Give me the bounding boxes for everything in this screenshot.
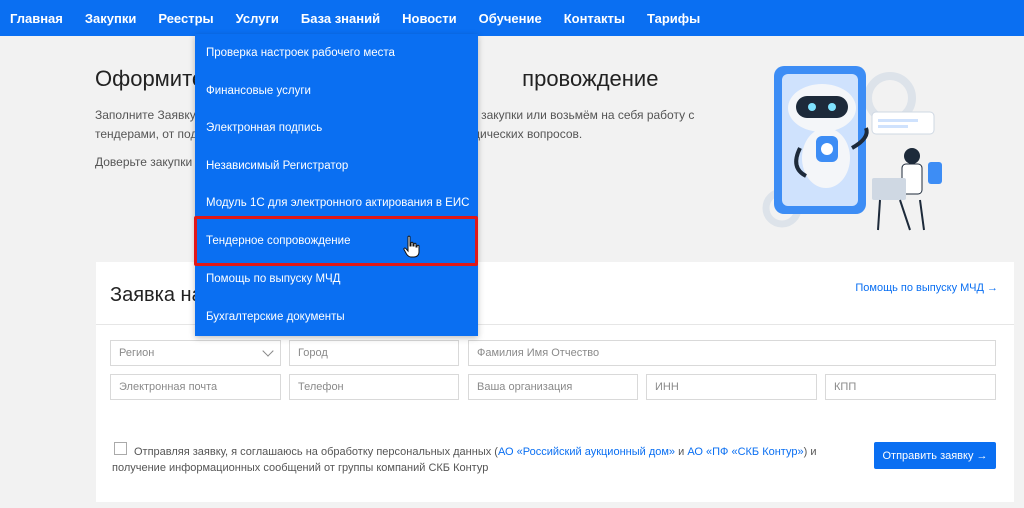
menu-item-workplace-check[interactable]: Проверка настроек рабочего места bbox=[195, 34, 478, 71]
hero-desc-right-1: те закупки или возьмём на себя работу с bbox=[465, 108, 695, 122]
nav-item-registries[interactable]: Реестры bbox=[158, 11, 213, 26]
consent-link-kontur[interactable]: АО «ПФ «СКБ Контур» bbox=[687, 446, 803, 458]
inn-placeholder: ИНН bbox=[655, 381, 679, 393]
consent-text-part: и bbox=[675, 446, 688, 458]
menu-item-accounting-documents[interactable]: Бухгалтерские документы bbox=[195, 298, 478, 335]
fio-input[interactable]: Фамилия Имя Отчество bbox=[468, 340, 996, 366]
nav-item-training[interactable]: Обучение bbox=[479, 11, 542, 26]
highlight-annotation-box bbox=[194, 216, 478, 266]
menu-item-electronic-signature[interactable]: Электронная подпись bbox=[195, 109, 478, 146]
nav-item-knowledge[interactable]: База знаний bbox=[301, 11, 380, 26]
services-dropdown-menu: Проверка настроек рабочего места Финансо… bbox=[195, 34, 478, 336]
menu-item-independent-registrar[interactable]: Независимый Регистратор bbox=[195, 147, 478, 184]
kpp-input[interactable]: КПП bbox=[825, 374, 996, 400]
consent-text: Отправляя заявку, я соглашаюсь на обрабо… bbox=[112, 444, 832, 476]
top-nav: Главная Закупки Реестры Услуги База знан… bbox=[0, 0, 1024, 36]
hero-desc-left-2: тендерами, от подб bbox=[95, 127, 205, 141]
kpp-placeholder: КПП bbox=[834, 381, 857, 393]
menu-item-financial-services[interactable]: Финансовые услуги bbox=[195, 72, 478, 109]
nav-item-purchases[interactable]: Закупки bbox=[85, 11, 136, 26]
email-input[interactable]: Электронная почта bbox=[110, 374, 281, 400]
nav-item-news[interactable]: Новости bbox=[402, 11, 457, 26]
phone-placeholder: Телефон bbox=[298, 381, 344, 393]
phone-input[interactable]: Телефон bbox=[289, 374, 459, 400]
chevron-down-icon bbox=[262, 345, 274, 357]
hand-cursor-icon bbox=[403, 235, 420, 258]
hero-trust-text: Доверьте закупки bbox=[95, 155, 193, 169]
robot-illustration bbox=[762, 66, 942, 231]
nav-item-tariffs[interactable]: Тарифы bbox=[647, 11, 700, 26]
mcd-help-link[interactable]: Помощь по выпуску МЧД → bbox=[855, 282, 998, 294]
region-select[interactable]: Регион bbox=[110, 340, 281, 366]
hero-desc-left-1: Заполните Заявку bbox=[95, 108, 196, 122]
fio-placeholder: Фамилия Имя Отчество bbox=[477, 347, 600, 359]
nav-item-home[interactable]: Главная bbox=[10, 11, 63, 26]
organization-input[interactable]: Ваша организация bbox=[468, 374, 638, 400]
form-title: Заявка на bbox=[110, 284, 203, 306]
hero-desc-right-2: идических вопросов. bbox=[466, 127, 583, 141]
submit-application-button[interactable]: Отправить заявку → bbox=[874, 442, 996, 469]
inn-input[interactable]: ИНН bbox=[646, 374, 817, 400]
organization-placeholder: Ваша организация bbox=[477, 381, 573, 393]
hero-title-left: Оформите bbox=[95, 66, 205, 91]
nav-item-services[interactable]: Услуги bbox=[236, 11, 279, 26]
city-input[interactable]: Город bbox=[289, 340, 459, 366]
consent-link-auction-house[interactable]: АО «Российский аукционный дом» bbox=[498, 446, 675, 458]
nav-item-contacts[interactable]: Контакты bbox=[564, 11, 625, 26]
region-placeholder: Регион bbox=[119, 347, 155, 359]
email-placeholder: Электронная почта bbox=[119, 381, 218, 393]
hero-title-right: провождение bbox=[522, 66, 659, 91]
city-placeholder: Город bbox=[298, 347, 328, 359]
consent-text-part: Отправляя заявку, я соглашаюсь на обрабо… bbox=[134, 446, 498, 458]
